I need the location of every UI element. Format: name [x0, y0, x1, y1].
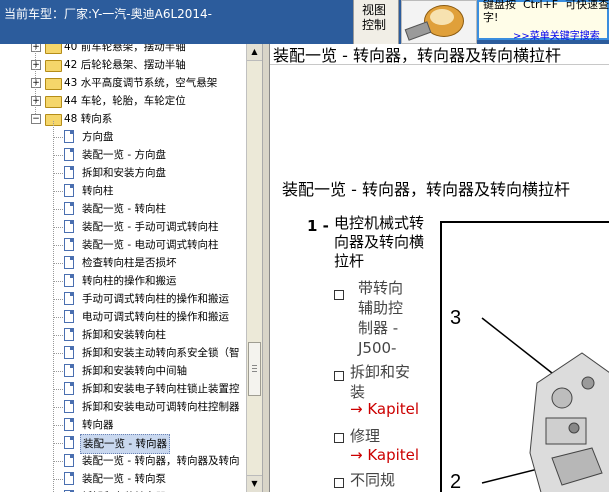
item-title: 电控机械式转向器及转向横拉杆 [334, 214, 425, 270]
tree-item-label: 装配一览 - 转向泵 [82, 473, 166, 485]
expand-icon[interactable]: + [31, 44, 41, 52]
bullet-marker [334, 290, 344, 300]
bullet-text: 装 [350, 383, 366, 401]
bullet-text: 拆卸和安 [350, 363, 411, 381]
tree-item-label: 装配一览 - 转向柱 [82, 203, 166, 215]
document-icon [64, 400, 74, 413]
scrollbar-thumb[interactable] [248, 342, 261, 396]
kapitel-link[interactable]: → Kapitel [350, 400, 419, 418]
document-icon [64, 328, 74, 341]
tree-item-label: 转向器 [82, 419, 114, 431]
document-pane: 装配一览 - 转向器，转向器及转向横拉杆 装配一览 - 转向器，转向器及转向横拉… [270, 44, 609, 492]
callout-2: 2 [450, 471, 462, 492]
tree-item-label: 装配一览 - 电动可调式转向柱 [82, 239, 219, 251]
tree-item-label: 手动可调式转向柱的操作和搬运 [82, 293, 229, 305]
collapse-icon[interactable]: − [31, 114, 41, 124]
tree-item-label: 拆卸和安装方向盘 [82, 167, 166, 179]
document-icon [64, 220, 74, 233]
scroll-up-arrow-icon[interactable]: ▲ [247, 44, 262, 61]
bullet-marker [334, 478, 344, 488]
tree-item-label: 拆卸和安装主动转向系安全锁（智 [82, 347, 240, 359]
bullet-text: 不同规 [350, 471, 396, 489]
bullet-text: J500- [358, 339, 397, 357]
scroll-down-arrow-icon[interactable]: ▼ [247, 475, 262, 492]
tree-item-label: 装配一览 - 手动可调式转向柱 [82, 221, 219, 233]
expand-icon[interactable]: + [31, 96, 41, 106]
tree-item-label: 电动可调式转向柱的操作和搬运 [82, 311, 229, 323]
document-icon [64, 418, 74, 431]
tree-item-label: 40 前车轮悬架，摆动半轴 [64, 44, 186, 53]
document-icon [64, 256, 74, 269]
document-icon [64, 202, 74, 215]
tree-item-label: 42 后轮轮悬架、摆动半轴 [64, 59, 186, 71]
tree-item-label: 拆卸和安装电动可调转向柱控制器 [82, 401, 240, 413]
tree-item-label: 43 水平高度调节系统，空气悬架 [64, 77, 218, 89]
document-icon [64, 292, 74, 305]
bullet-marker [334, 371, 344, 381]
menu-keyword-search-link[interactable]: >>菜单关键字搜索 [513, 27, 600, 42]
search-tip-text: 键盘按 Ctrl+F 可快速查找 字! [483, 0, 609, 24]
search-tip-box: 键盘按 Ctrl+F 可快速查找 字! >>菜单关键字搜索 [477, 0, 609, 42]
steering-gear-illustration: 3 2 [440, 221, 609, 492]
expand-icon[interactable]: + [31, 60, 41, 70]
tree-item-label: 44 车轮，轮胎，车轮定位 [64, 95, 186, 107]
tree-item-label: 拆卸和安装电子转向柱锁止装置控 [82, 383, 240, 395]
tree-item-label: 装配一览 - 方向盘 [82, 149, 166, 161]
current-vehicle-title: 当前车型：厂家:Y-一汽-奥迪A6L2014- [4, 7, 213, 21]
document-icon [64, 184, 74, 197]
document-icon [64, 436, 74, 449]
document-icon [64, 310, 74, 323]
folder-icon [45, 78, 62, 90]
kapitel-link[interactable]: → Kapitel [350, 446, 419, 464]
tree-item-label: 拆卸和安装转向中间轴 [82, 365, 187, 377]
tree-item-label: 方向盘 [82, 131, 114, 143]
folder-icon [45, 60, 62, 72]
view-control-button[interactable]: 视图 控制 [353, 0, 399, 44]
document-icon [64, 148, 74, 161]
pane-splitter[interactable] [262, 44, 270, 492]
expand-icon[interactable]: + [31, 78, 41, 88]
steering-gear-drawing [481, 317, 609, 492]
document-icon [64, 166, 74, 179]
bullet-text: 带转向 [358, 279, 404, 297]
document-icon [64, 346, 74, 359]
bullet-text: 制器 - [358, 319, 399, 337]
document-icon [64, 130, 74, 143]
document-icon [64, 382, 74, 395]
callout-3: 3 [450, 307, 462, 329]
tree-item-label: 拆卸和安装转向柱 [82, 329, 166, 341]
bullet-text: 修理 [350, 427, 381, 445]
tree-item-label: 48 转向系 [64, 113, 113, 125]
document-icon [64, 238, 74, 251]
tree-item-label: 转向柱 [82, 185, 114, 197]
navigation-tree: +40 前车轮悬架，摆动半轴 +42 后轮轮悬架、摆动半轴 +43 水平高度调节系统… [0, 44, 246, 492]
folder-icon [45, 96, 62, 108]
document-header-title: 装配一览 - 转向器，转向器及转向横拉杆 [273, 46, 561, 65]
bullet-text: 辅助控 [358, 299, 404, 317]
header-divider [270, 64, 609, 65]
tree-item-label: 检查转向柱是否损坏 [82, 257, 177, 269]
section-title: 装配一览 - 转向器，转向器及转向横拉杆 [282, 180, 570, 199]
view-control-label-2: 控制 [362, 18, 387, 32]
bullet-marker [334, 433, 344, 443]
view-control-label-1: 视图 [362, 3, 387, 17]
tree-item-label: 装配一览 - 转向器，转向器及转向 [82, 455, 240, 467]
tree-item-label: 拆卸和安装转向器 [82, 488, 166, 492]
mascot-icon [401, 0, 477, 44]
tree-item-label-selected: 装配一览 - 转向器 [80, 434, 170, 454]
document-icon [64, 364, 74, 377]
document-icon [64, 274, 74, 287]
top-bar: 当前车型：厂家:Y-一汽-奥迪A6L2014- 视图 控制 键盘按 Ctrl+F… [0, 0, 609, 44]
document-icon [64, 454, 74, 467]
folder-icon [45, 44, 62, 54]
document-icon [64, 472, 74, 485]
tree-scrollbar[interactable]: ▲ ▼ [246, 44, 262, 492]
tree-item-label: 转向柱的操作和搬运 [82, 275, 177, 287]
item-number: 1 - [307, 217, 329, 235]
